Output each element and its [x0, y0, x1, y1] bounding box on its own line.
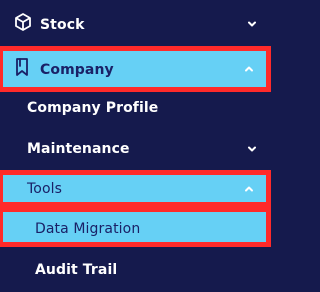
sidebar-menu: Stock Company Company Profile Maintenanc…: [0, 0, 271, 292]
menu-item-label: Maintenance: [27, 141, 130, 157]
menu-item-label: Data Migration: [35, 221, 141, 237]
menu-item-label: Stock: [40, 17, 85, 33]
menu-item-company[interactable]: Company: [0, 46, 271, 92]
menu-item-stock[interactable]: Stock: [0, 10, 269, 38]
menu-item-label: Company: [40, 62, 114, 78]
menu-item-company-profile[interactable]: Company Profile: [0, 96, 269, 120]
cube-icon: [13, 12, 33, 32]
menu-item-label: Company Profile: [27, 100, 159, 116]
bookmark-icon: [12, 57, 32, 77]
menu-item-audit-trail[interactable]: Audit Trail: [0, 258, 269, 282]
chevron-down-icon: [247, 19, 257, 29]
chevron-up-icon: [244, 184, 254, 194]
chevron-down-icon: [247, 144, 257, 154]
chevron-up-icon: [244, 64, 254, 74]
menu-item-label: Tools: [27, 181, 62, 197]
menu-item-data-migration[interactable]: Data Migration: [0, 207, 271, 247]
menu-item-label: Audit Trail: [35, 262, 118, 278]
menu-item-maintenance[interactable]: Maintenance: [0, 137, 269, 161]
menu-item-tools[interactable]: Tools: [0, 170, 271, 207]
